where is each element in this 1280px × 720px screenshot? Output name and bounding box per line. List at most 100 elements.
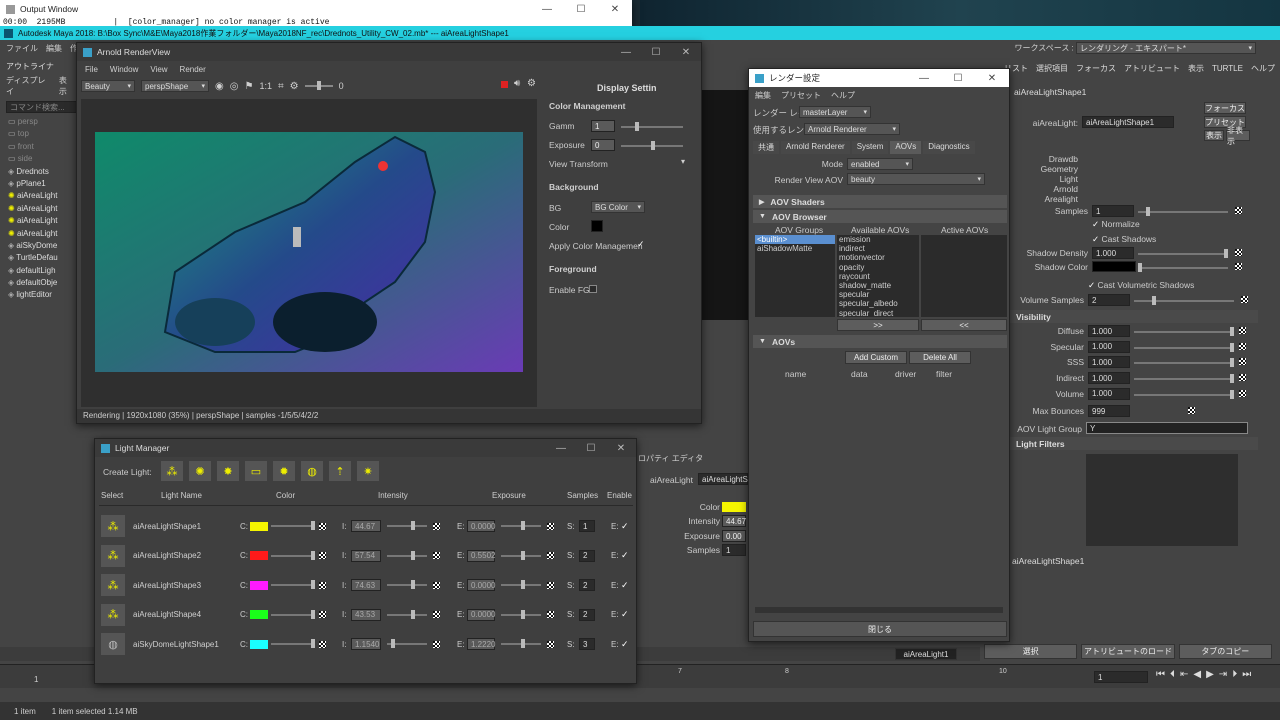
available-aov-item[interactable]: raycount xyxy=(839,272,919,281)
remove-aov-button[interactable]: << xyxy=(921,319,1007,331)
rs-minimize-icon[interactable]: — xyxy=(907,73,941,84)
exposure-field[interactable]: 1.2220 xyxy=(467,638,495,651)
visibility-slider[interactable] xyxy=(1134,342,1234,352)
outliner-item[interactable]: ◈ defaultObje xyxy=(8,278,80,290)
visibility-map-icon[interactable] xyxy=(1239,389,1246,397)
exposure-map-icon[interactable] xyxy=(547,552,554,560)
intensity-slider[interactable] xyxy=(387,609,427,619)
visibility-map-icon[interactable] xyxy=(1239,327,1246,334)
go-start-icon[interactable]: ⏮ xyxy=(1156,669,1165,680)
color-map-icon[interactable] xyxy=(319,611,326,619)
copy-tab-button[interactable]: タブのコピー xyxy=(1178,644,1272,659)
color-slider[interactable] xyxy=(271,580,315,590)
render-canvas[interactable] xyxy=(81,99,537,407)
mode-dropdown[interactable]: enabled xyxy=(847,158,913,170)
exposure-field[interactable]: 0.0000 xyxy=(467,579,495,592)
exposure-field[interactable]: 0.0000 xyxy=(467,520,495,532)
light-manager-titlebar[interactable]: Light Manager — ☐ ✕ xyxy=(95,439,636,457)
samples-field[interactable]: 2 xyxy=(579,549,595,562)
exposure-slider[interactable] xyxy=(501,550,541,560)
outliner-item[interactable]: ◈ TurtleDefau xyxy=(8,253,80,265)
skydome-light-icon[interactable]: ◍ xyxy=(101,633,125,656)
intensity-slider[interactable] xyxy=(387,550,427,560)
close-button[interactable]: 閉じる xyxy=(753,621,1007,637)
exposure-map-icon[interactable] xyxy=(547,611,554,619)
minimize-icon[interactable]: — xyxy=(530,4,564,15)
intensity-map-icon[interactable] xyxy=(433,640,440,648)
samples-field[interactable]: 3 xyxy=(579,638,595,651)
max-bounces-field[interactable]: 999 xyxy=(1088,405,1130,417)
shadow-density-map-icon[interactable] xyxy=(1235,249,1242,256)
outliner-item[interactable]: ◈ defaultLigh xyxy=(8,266,80,278)
render-icon[interactable]: ◉ xyxy=(215,81,224,92)
aov-select-dropdown[interactable]: Beauty xyxy=(81,80,135,92)
area-light-icon[interactable]: ⁂ xyxy=(101,544,125,567)
aov-shaders-section[interactable]: ▶ AOV Shaders xyxy=(753,195,1007,208)
cast-volumetric-check[interactable]: ✓ Cast Volumetric Shadows xyxy=(1088,280,1194,291)
rs-menu-edit[interactable]: 編集 xyxy=(755,90,771,101)
outliner-menu-show[interactable]: 表示 xyxy=(59,75,74,97)
enable-check[interactable]: ✓ xyxy=(621,550,629,561)
prop-exposure-field[interactable]: 0.00 xyxy=(722,530,746,542)
tab-2[interactable]: System xyxy=(851,141,889,154)
shadow-density-field[interactable]: 1.000 xyxy=(1092,247,1134,259)
aov-browser-section[interactable]: ▼ AOV Browser xyxy=(753,210,1007,223)
intensity-slider[interactable] xyxy=(387,639,427,649)
available-aov-item[interactable]: specular_albedo xyxy=(839,299,919,308)
render-settings-titlebar[interactable]: レンダー設定 — ☐ ✕ xyxy=(749,69,1009,87)
outliner-item[interactable]: ✺ aiAreaLight xyxy=(8,191,80,203)
light-filters-list[interactable] xyxy=(1086,454,1238,546)
prop-intensity-field[interactable]: 44.67 xyxy=(722,515,746,527)
shadow-density-slider[interactable] xyxy=(1138,249,1228,258)
intensity-field[interactable]: 74.63 xyxy=(351,579,381,592)
exposure-map-icon[interactable] xyxy=(547,522,554,530)
view-transform-chevron-icon[interactable]: ▾ xyxy=(681,157,685,166)
light-color-swatch[interactable] xyxy=(250,580,268,590)
rv-gear-icon[interactable]: ⚙ xyxy=(527,78,536,89)
available-aov-item[interactable]: motionvector xyxy=(839,253,919,262)
shadow-color-slider[interactable] xyxy=(1138,263,1228,272)
intensity-field[interactable]: 43.53 xyxy=(351,608,381,621)
sound-icon[interactable]: 🔊︎ xyxy=(514,78,520,89)
delete-all-button[interactable]: Delete All xyxy=(909,351,971,364)
aov-group-item[interactable]: aiShadowMatte xyxy=(755,244,835,253)
bg-color-swatch[interactable] xyxy=(591,220,603,232)
visibility-section[interactable]: Visibility xyxy=(1010,310,1258,323)
intensity-map-icon[interactable] xyxy=(433,581,440,589)
samples-field[interactable]: 2 xyxy=(579,579,595,592)
tab-4[interactable]: Diagnostics xyxy=(923,141,975,154)
samples-field[interactable]: 1 xyxy=(1092,205,1134,217)
shadow-color-map-icon[interactable] xyxy=(1235,263,1242,270)
available-aovs-list[interactable]: emission indirect motionvector opacity rayco… xyxy=(837,235,919,317)
lm-maximize-icon[interactable]: ☐ xyxy=(576,443,606,454)
outliner-item[interactable]: ✺ aiAreaLight xyxy=(8,216,80,228)
samples-map-icon[interactable] xyxy=(1235,207,1242,214)
attr-node-input[interactable]: aiAreaLightShape1 xyxy=(1082,116,1174,128)
light-color-swatch[interactable] xyxy=(250,610,268,620)
available-aov-item[interactable]: indirect xyxy=(839,244,919,253)
outliner-item[interactable]: ✺ aiAreaLight xyxy=(8,204,80,216)
available-aov-item[interactable]: opacity xyxy=(839,263,919,272)
right-menu-focus[interactable]: フォーカス xyxy=(1076,63,1116,74)
gamma-slider[interactable] xyxy=(621,122,683,131)
outliner-item[interactable]: ▭ top xyxy=(8,129,80,141)
bg-dropdown[interactable]: BG Color xyxy=(591,201,645,213)
intensity-field[interactable]: 1.1540 xyxy=(351,638,381,651)
ratio-label[interactable]: 1:1 xyxy=(259,81,272,91)
exposure-field[interactable]: 0.5502 xyxy=(467,549,495,562)
intensity-map-icon[interactable] xyxy=(433,552,440,560)
outliner-item[interactable]: ▭ side xyxy=(8,154,80,166)
aovs-section[interactable]: ▼ AOVs xyxy=(753,335,1007,348)
maya-titlebar[interactable]: Autodesk Maya 2018: B:\Box Sync\M&E\Maya… xyxy=(0,26,1280,40)
go-end-icon[interactable]: ⏭ xyxy=(1242,669,1251,680)
workspace-dropdown[interactable]: レンダリング - エキスパート* xyxy=(1076,42,1256,54)
renderview-titlebar[interactable]: Arnold RenderView — ☐ ✕ xyxy=(77,43,701,61)
close-icon[interactable]: ✕ xyxy=(598,4,632,15)
rv-menu-file[interactable]: File xyxy=(85,65,98,74)
play-back-icon[interactable]: ◀ xyxy=(1193,669,1201,680)
range-name[interactable]: aiAreaLight1 xyxy=(895,648,957,660)
right-menu-selected[interactable]: 選択項目 xyxy=(1036,63,1068,74)
samples-slider[interactable] xyxy=(1138,207,1228,216)
available-aov-item[interactable]: specular_direct xyxy=(839,309,919,317)
available-aov-item[interactable]: specular xyxy=(839,290,919,299)
